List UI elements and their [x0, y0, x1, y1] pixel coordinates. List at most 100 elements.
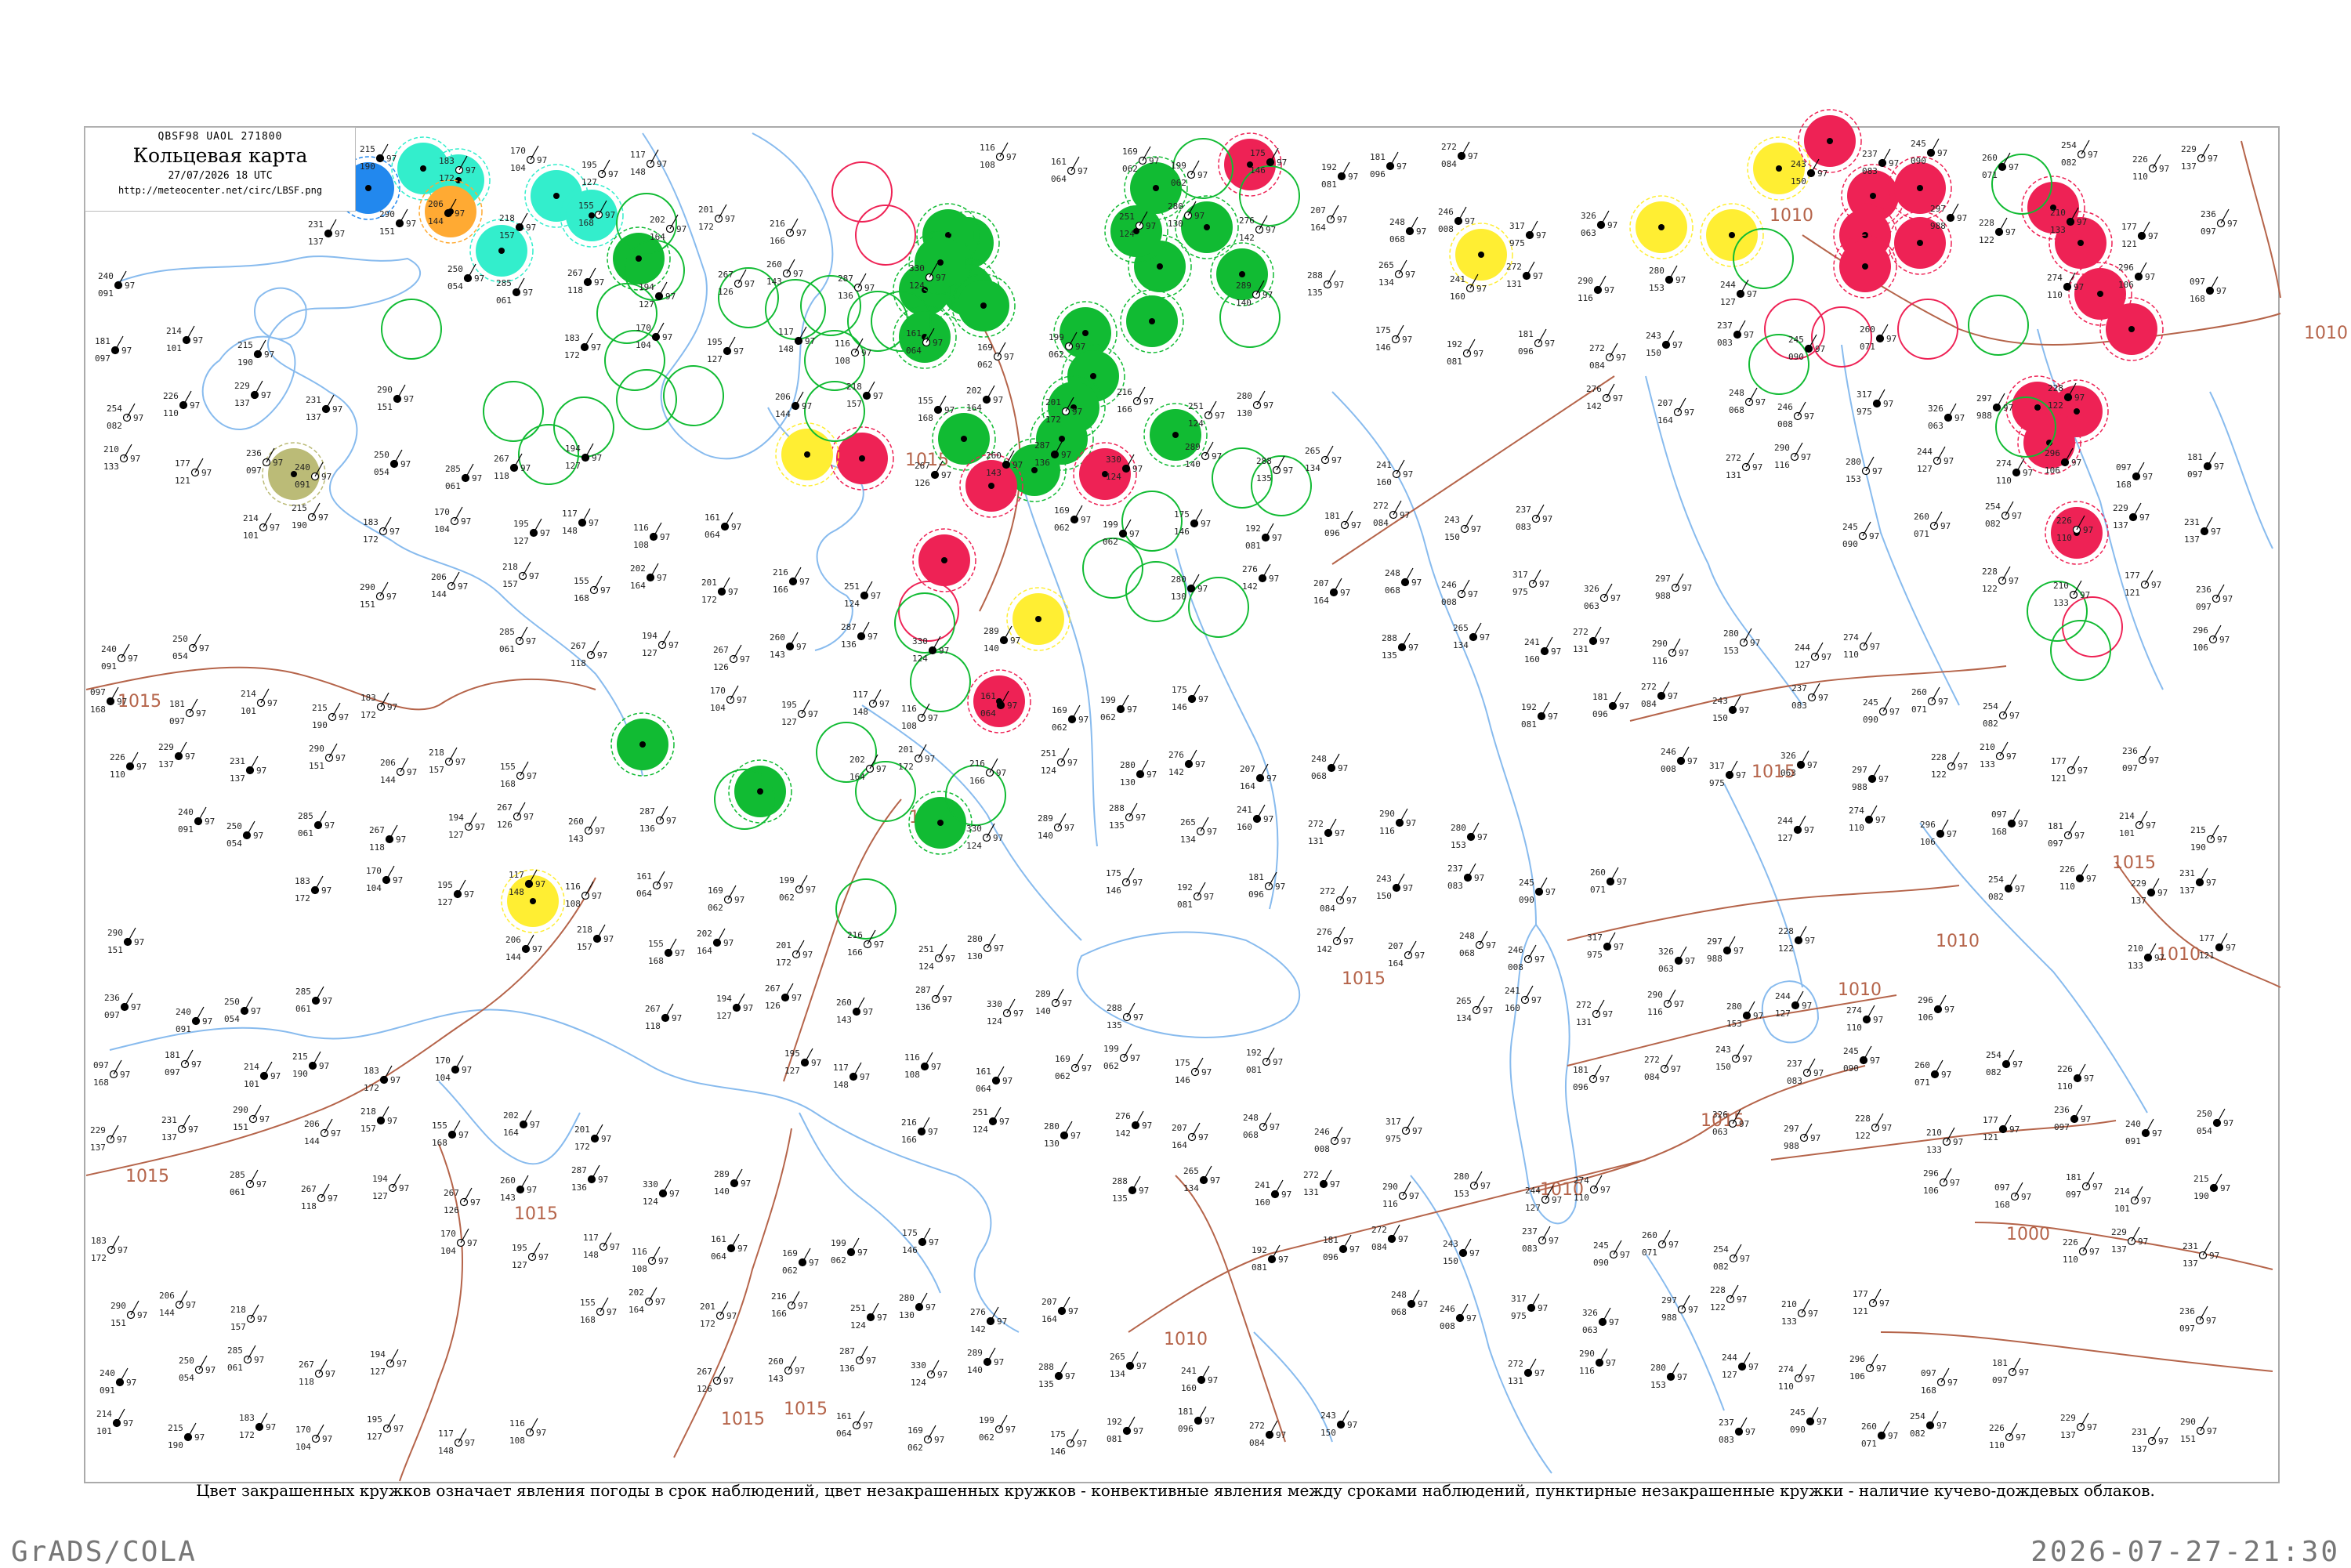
svg-text:172: 172	[698, 222, 714, 232]
svg-text:150: 150	[1320, 1428, 1336, 1438]
svg-text:97: 97	[740, 654, 750, 664]
svg-text:164: 164	[629, 1305, 644, 1315]
svg-text:97: 97	[1346, 896, 1357, 906]
svg-text:143: 143	[768, 1374, 784, 1384]
svg-text:97: 97	[1396, 161, 1407, 172]
svg-text:97: 97	[2214, 462, 2224, 472]
svg-text:063: 063	[1581, 228, 1596, 238]
svg-text:97: 97	[1802, 1001, 1812, 1011]
svg-text:97: 97	[2081, 1114, 2091, 1124]
svg-text:288: 288	[1038, 1362, 1054, 1372]
svg-text:97: 97	[857, 1248, 868, 1258]
svg-text:110: 110	[1846, 1023, 1862, 1033]
svg-text:192: 192	[1447, 339, 1462, 349]
svg-text:169: 169	[907, 1425, 923, 1436]
svg-text:157: 157	[577, 942, 592, 952]
svg-text:144: 144	[159, 1308, 175, 1318]
svg-text:181: 181	[1518, 329, 1534, 339]
svg-text:110: 110	[163, 408, 179, 418]
svg-text:151: 151	[233, 1122, 248, 1132]
svg-text:096: 096	[1178, 1424, 1194, 1434]
svg-text:090: 090	[1863, 715, 1878, 725]
svg-text:116: 116	[1774, 460, 1790, 470]
svg-text:97: 97	[2154, 953, 2164, 963]
svg-text:133: 133	[1926, 1145, 1942, 1155]
svg-text:97: 97	[607, 1307, 617, 1317]
svg-text:280: 280	[1171, 574, 1186, 585]
svg-text:97: 97	[1480, 1181, 1491, 1191]
svg-text:97: 97	[1937, 148, 1947, 158]
svg-text:127: 127	[784, 1066, 800, 1076]
svg-text:260: 260	[568, 817, 584, 827]
svg-text:260: 260	[1982, 153, 1998, 163]
svg-text:118: 118	[369, 842, 385, 853]
svg-text:231: 231	[306, 395, 321, 405]
svg-text:062: 062	[1103, 537, 1118, 547]
svg-text:181: 181	[1992, 1358, 2008, 1368]
svg-text:155: 155	[574, 576, 589, 586]
svg-text:118: 118	[299, 1377, 314, 1387]
svg-text:097: 097	[1994, 1182, 2010, 1193]
svg-text:97: 97	[1139, 1186, 1149, 1196]
svg-text:265: 265	[1453, 623, 1469, 633]
svg-text:245: 245	[1863, 697, 1878, 708]
svg-text:265: 265	[1180, 817, 1196, 827]
svg-text:169: 169	[1055, 1054, 1070, 1064]
svg-text:97: 97	[527, 771, 537, 781]
svg-text:97: 97	[1954, 413, 1965, 423]
svg-text:210: 210	[1781, 1299, 1797, 1309]
svg-text:97: 97	[1062, 998, 1072, 1009]
svg-text:054: 054	[224, 1014, 240, 1024]
svg-text:008: 008	[1661, 764, 1676, 774]
svg-text:97: 97	[1545, 339, 1555, 349]
svg-text:272: 272	[1589, 343, 1605, 353]
svg-text:218: 218	[499, 213, 515, 223]
svg-text:106: 106	[1920, 837, 1936, 847]
svg-text:254: 254	[1910, 1411, 1925, 1421]
svg-text:116: 116	[904, 1052, 920, 1063]
svg-text:272: 272	[1506, 262, 1522, 272]
svg-text:97: 97	[1534, 954, 1545, 965]
svg-text:97: 97	[259, 1114, 270, 1124]
svg-text:97: 97	[1740, 1254, 1750, 1264]
svg-text:326: 326	[1658, 947, 1674, 957]
svg-text:97: 97	[1132, 464, 1143, 474]
svg-text:97: 97	[1072, 407, 1082, 417]
svg-text:97: 97	[387, 702, 397, 712]
svg-text:285: 285	[445, 464, 461, 474]
generated-datetime: 2026-07-27-21:30	[2030, 1536, 2340, 1568]
svg-text:172: 172	[239, 1430, 255, 1440]
svg-text:168: 168	[580, 1315, 596, 1325]
svg-text:210: 210	[2128, 943, 2143, 954]
svg-text:97: 97	[194, 1432, 205, 1443]
svg-text:157: 157	[502, 579, 518, 589]
svg-text:97: 97	[1886, 334, 1896, 344]
svg-text:237: 237	[1522, 1226, 1538, 1237]
svg-text:181: 181	[2048, 821, 2063, 831]
svg-text:127: 127	[781, 717, 797, 727]
svg-text:064: 064	[1051, 174, 1067, 184]
svg-text:289: 289	[1035, 989, 1051, 999]
svg-text:97: 97	[2208, 154, 2218, 164]
svg-text:97: 97	[2227, 219, 2237, 229]
svg-text:272: 272	[1641, 682, 1657, 692]
svg-text:106: 106	[2193, 643, 2208, 653]
svg-text:240: 240	[178, 807, 194, 817]
svg-text:290: 290	[1647, 990, 1663, 1000]
svg-text:190: 190	[312, 720, 328, 730]
svg-text:226: 226	[2059, 864, 2075, 875]
svg-text:97: 97	[462, 1065, 472, 1075]
svg-text:97: 97	[1606, 1358, 1616, 1368]
svg-text:97: 97	[1808, 1309, 1818, 1319]
svg-text:267: 267	[718, 270, 734, 280]
svg-text:267: 267	[765, 983, 781, 994]
svg-text:97: 97	[520, 463, 531, 473]
svg-text:97: 97	[523, 288, 533, 298]
svg-text:155: 155	[578, 201, 594, 211]
svg-text:97: 97	[136, 762, 147, 772]
svg-text:061: 061	[496, 295, 512, 306]
svg-text:199: 199	[831, 1238, 846, 1248]
svg-text:215: 215	[292, 1052, 308, 1062]
svg-text:254: 254	[2061, 140, 2077, 150]
svg-text:97: 97	[386, 592, 397, 602]
